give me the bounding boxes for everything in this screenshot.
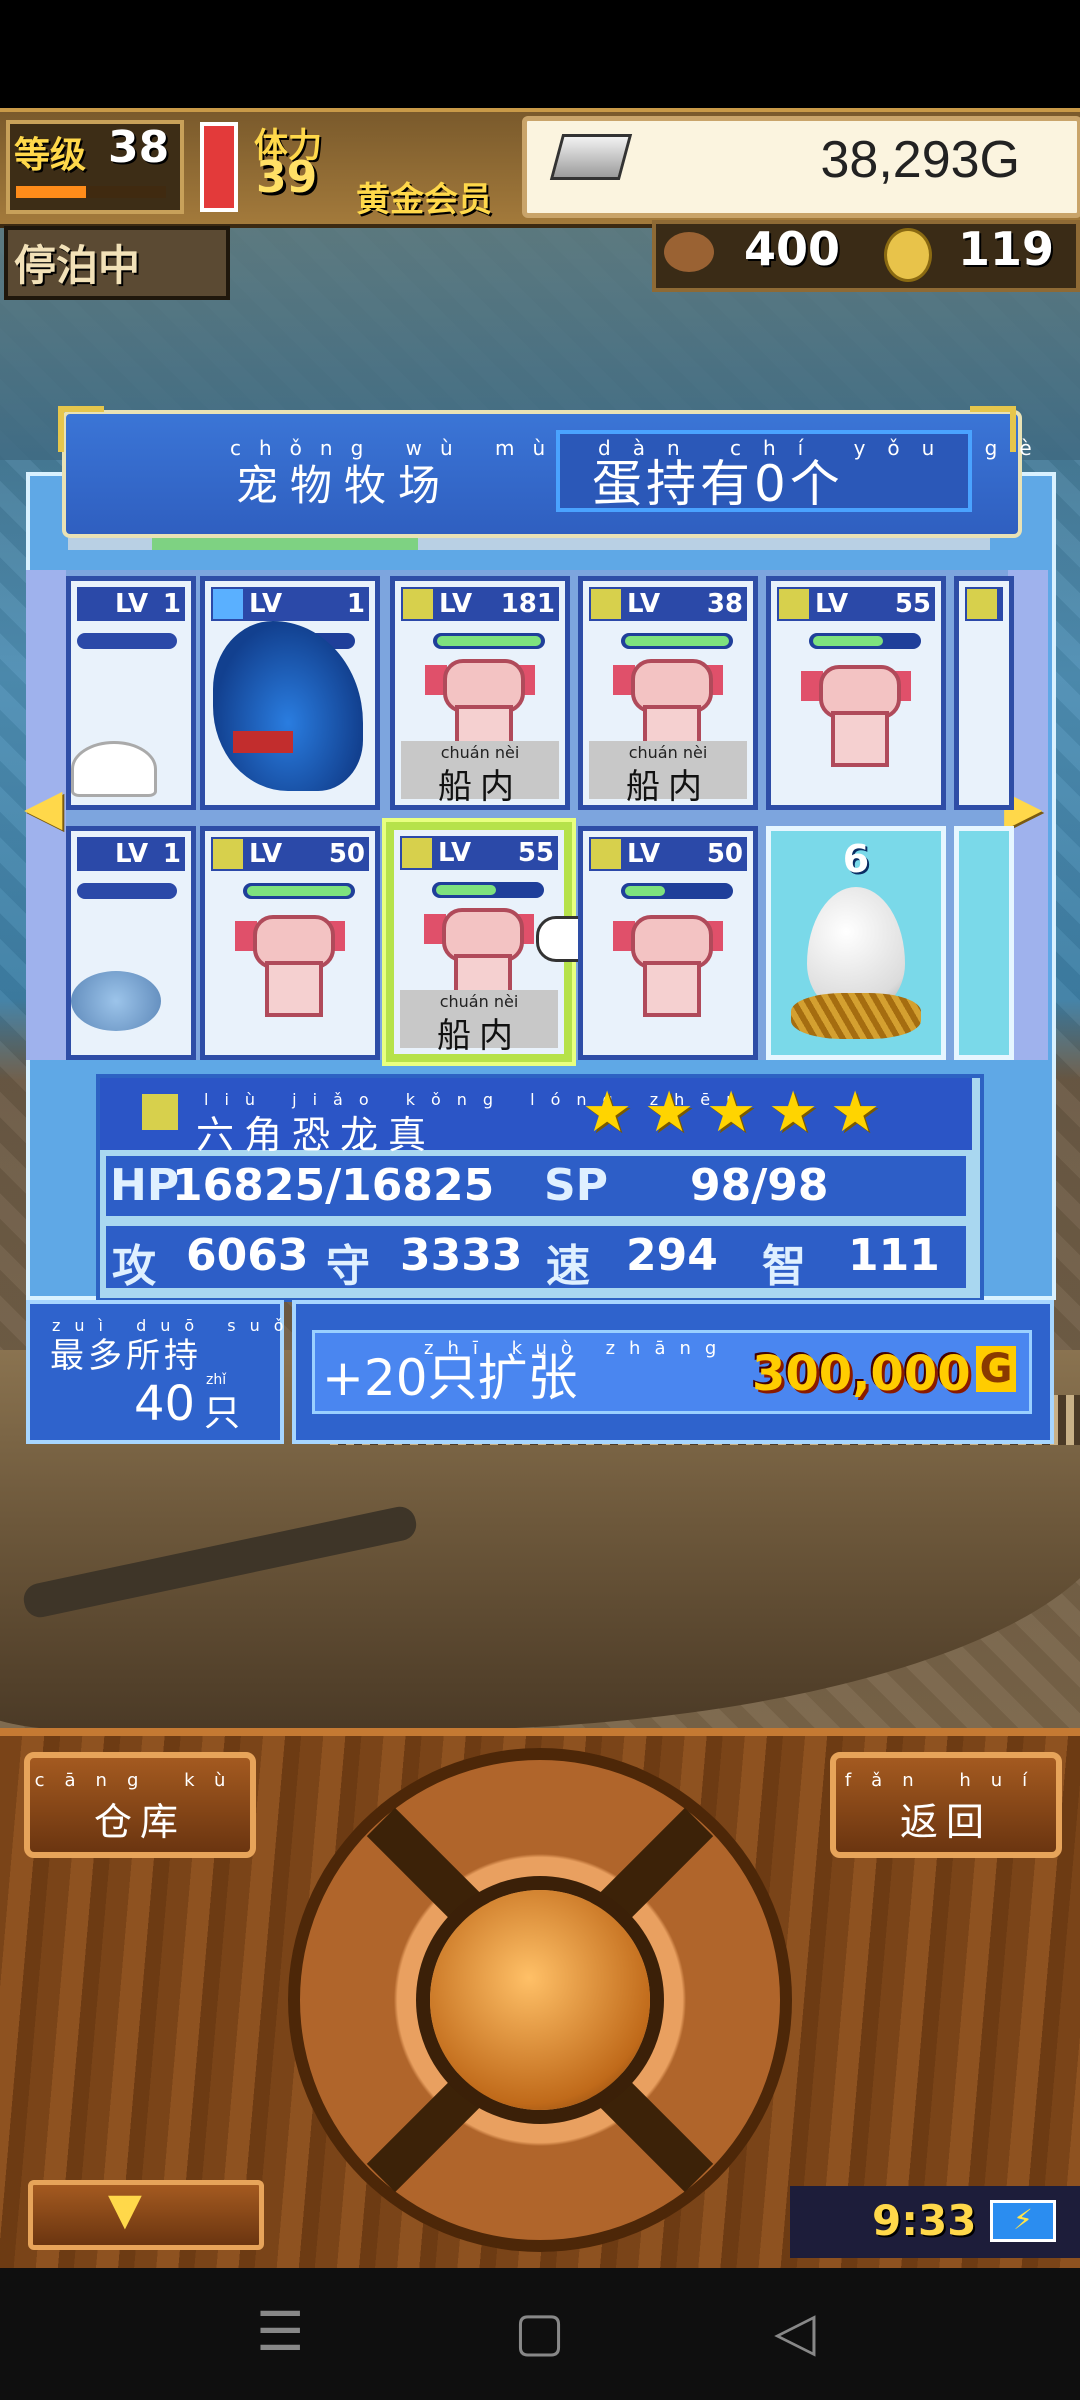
gold-amount: 38,293G xyxy=(820,131,1021,189)
capacity-value: 40 xyxy=(134,1376,196,1432)
expand-label: +20只扩张 xyxy=(322,1349,578,1407)
lv-value: 50 xyxy=(706,839,743,869)
lv-label: LV xyxy=(115,589,149,619)
egg-count: 蛋持有0个 xyxy=(592,455,844,513)
defense-label: 守 xyxy=(326,1241,370,1292)
lv-label: LV xyxy=(438,838,472,868)
pet-card[interactable]: LV 55 xyxy=(766,576,946,810)
lv-value: 55 xyxy=(517,838,554,868)
speed-value: 294 xyxy=(626,1230,718,1281)
intelligence-label: 智 xyxy=(762,1241,806,1292)
intelligence-value: 111 xyxy=(848,1230,940,1281)
egg-card[interactable]: 6 xyxy=(766,826,946,1060)
nest-icon xyxy=(791,993,921,1039)
level-value: 38 xyxy=(108,122,170,173)
exp-bar-fill xyxy=(16,186,86,198)
hp-label: HP xyxy=(110,1160,180,1211)
corner-ornament xyxy=(58,406,104,452)
level-label: 等级 xyxy=(14,135,87,176)
lv-value: 1 xyxy=(162,589,181,619)
attack-label: 攻 xyxy=(112,1241,156,1292)
back-nav-icon[interactable]: ◁ xyxy=(774,2300,816,2363)
lv-value: 1 xyxy=(162,839,181,869)
capacity-unit: 只 xyxy=(204,1393,241,1434)
food-icon xyxy=(664,232,714,272)
scroll-left-arrow-icon[interactable]: ◀ xyxy=(24,778,62,836)
food-amount: 400 xyxy=(744,222,841,276)
lv-label: LV xyxy=(627,839,661,869)
rarity-star-icon: ★ xyxy=(644,1080,695,1145)
gold-currency-icon: G xyxy=(976,1346,1016,1392)
lv-label: LV xyxy=(249,839,283,869)
dial-center-button[interactable] xyxy=(430,1890,650,2110)
lv-label: LV xyxy=(439,589,473,619)
ranch-title: 宠物牧场 xyxy=(236,461,453,510)
on-ship-tag: chuán nèi 船内 xyxy=(401,741,559,805)
lv-value: 55 xyxy=(894,589,931,619)
rarity-star-icon: ★ xyxy=(830,1080,881,1145)
hp-value: 16825/16825 xyxy=(172,1160,495,1211)
axolotl-pet-icon xyxy=(801,661,911,771)
down-arrow-icon: ▼ xyxy=(108,2184,142,2235)
rarity-star-icon: ★ xyxy=(768,1080,819,1145)
pet-name: 六角恐龙真 xyxy=(196,1113,437,1157)
lv-label: LV xyxy=(627,589,661,619)
on-ship-tag: chuán nèi 船内 xyxy=(400,990,558,1054)
lv-value: 38 xyxy=(706,589,743,619)
lv-label: LV xyxy=(815,589,849,619)
medal-amount: 119 xyxy=(958,222,1055,276)
slime-pet-icon xyxy=(71,741,157,797)
egg-card-partial[interactable] xyxy=(954,826,1014,1060)
attack-value: 6063 xyxy=(186,1230,309,1281)
pet-card[interactable]: LV 1 xyxy=(66,826,196,1060)
collapse-button[interactable] xyxy=(28,2180,264,2250)
membership-badge: 黄金会员 xyxy=(356,180,492,220)
lv-value: 50 xyxy=(328,839,365,869)
home-icon[interactable]: ▢ xyxy=(514,2300,565,2363)
pet-card[interactable]: LV 1 xyxy=(66,576,196,810)
menu-icon[interactable]: ☰ xyxy=(256,2300,304,2363)
rarity-star-icon: ★ xyxy=(706,1080,757,1145)
lightning-type-icon xyxy=(142,1094,178,1130)
status-bar xyxy=(0,0,1080,108)
pet-card[interactable]: LV 181 chuán nèi 船内 xyxy=(390,576,570,810)
medal-icon xyxy=(884,228,932,282)
dock-status: 停泊中 xyxy=(14,241,141,290)
gold-bar-icon xyxy=(549,134,633,180)
lv-value: 1 xyxy=(346,589,365,619)
pet-card[interactable]: LV 50 xyxy=(578,826,758,1060)
back-button[interactable]: fǎn huí 返回 xyxy=(830,1752,1062,1858)
lv-value: 181 xyxy=(500,589,555,619)
pet-card[interactable]: LV 1 xyxy=(200,576,380,810)
defense-value: 3333 xyxy=(400,1230,523,1281)
axolotl-pet-icon xyxy=(613,911,723,1021)
pet-card[interactable]: LV 38 chuán nèi 船内 xyxy=(578,576,758,810)
stamina-value: 39 xyxy=(256,152,318,203)
capacity-label: 最多所持 xyxy=(50,1336,202,1376)
speed-label: 速 xyxy=(546,1241,590,1292)
lv-label: LV xyxy=(249,589,283,619)
game-clock: 9:33 xyxy=(872,2196,977,2245)
sp-value: 98/98 xyxy=(690,1160,829,1211)
stamina-gauge xyxy=(200,122,238,212)
axolotl-pet-icon xyxy=(235,911,345,1021)
sp-label: SP xyxy=(544,1160,608,1211)
egg-counter: 6 xyxy=(842,837,870,881)
pet-list-scroll-thumb[interactable] xyxy=(152,538,418,550)
pet-card[interactable]: LV 50 xyxy=(200,826,380,1060)
battery-icon: ⚡ xyxy=(990,2200,1056,2242)
pet-card-partial[interactable] xyxy=(954,576,1014,810)
lv-label: LV xyxy=(115,839,149,869)
rock-pet-icon xyxy=(71,971,161,1031)
expand-price: 300,000 xyxy=(752,1346,971,1402)
warehouse-button[interactable]: cāng kù 仓库 xyxy=(24,1752,256,1858)
on-ship-tag: chuán nèi 船内 xyxy=(589,741,747,805)
rarity-star-icon: ★ xyxy=(582,1080,633,1145)
